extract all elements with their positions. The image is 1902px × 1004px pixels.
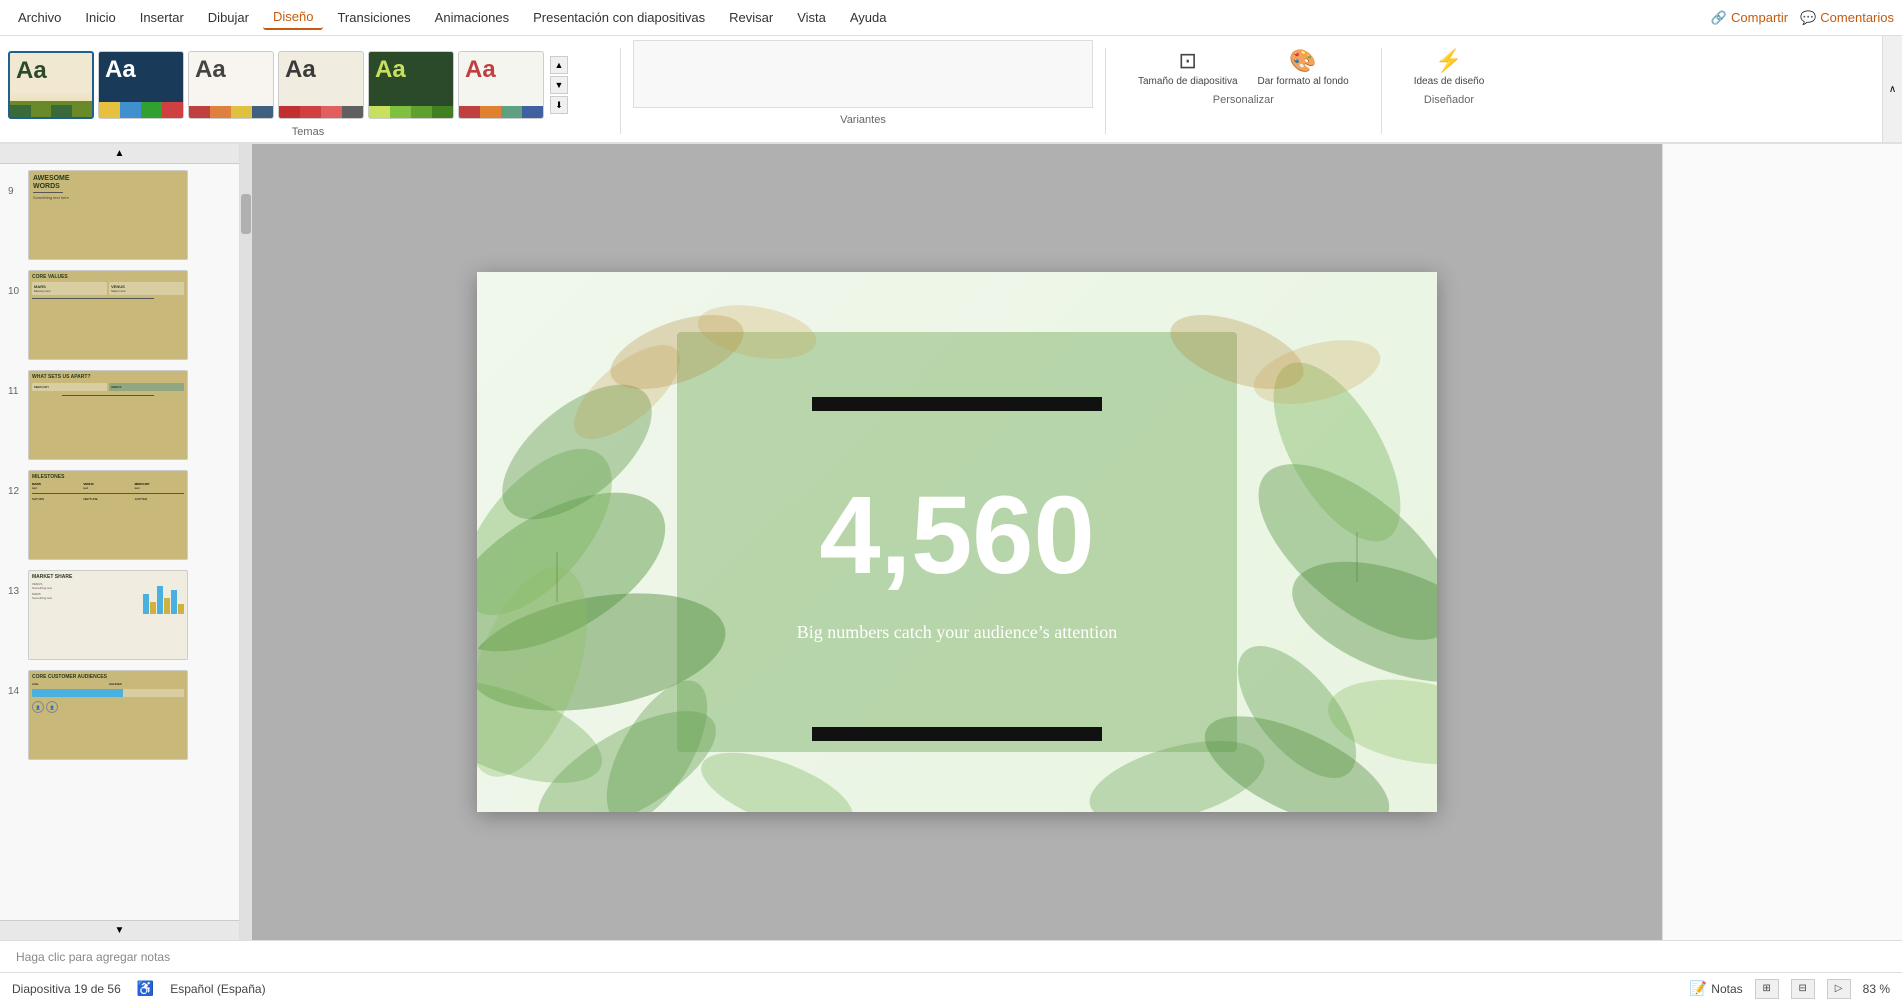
share-button[interactable]: 🔗 Compartir	[1711, 10, 1788, 26]
right-panel	[1662, 144, 1902, 940]
menu-transiciones[interactable]: Transiciones	[327, 6, 420, 29]
theme-2[interactable]: Aa	[188, 51, 274, 119]
menu-revisar[interactable]: Revisar	[719, 6, 783, 29]
scroll-thumb[interactable]	[241, 194, 251, 234]
theme-scroll-mid[interactable]: ▼	[550, 76, 568, 94]
slide-item-14[interactable]: 14 CORE CUSTOMER AUDIENCES AGE GENDER 👤	[4, 668, 235, 762]
slide-scroll-up[interactable]: ▲	[0, 144, 239, 164]
ribbon-divider-1	[620, 48, 621, 134]
variantes-label: Variantes	[633, 112, 1093, 126]
theme-scroll-up[interactable]: ▲	[550, 56, 568, 74]
comments-icon: 💬	[1800, 10, 1816, 26]
black-bar-bottom	[812, 727, 1102, 741]
slide-num-10: 10	[8, 286, 28, 297]
slide-num-13: 13	[8, 586, 28, 597]
ribbon-collapse[interactable]: ∧	[1882, 36, 1902, 142]
slide-item-12[interactable]: 12 MILESTONES MARStext VENUStext MERCURY…	[4, 468, 235, 562]
menu-archivo[interactable]: Archivo	[8, 6, 71, 29]
slide-panel: ▲ 9 AWESOME WORDS Something text here	[0, 144, 240, 940]
ideas-button[interactable]: ⚡ Ideas de diseño	[1406, 44, 1493, 92]
slide-list: 9 AWESOME WORDS Something text here 10	[0, 164, 239, 920]
temas-label: Temas	[8, 126, 608, 142]
personalizar-label: Personalizar	[1213, 94, 1274, 106]
slide-thumb-12: MILESTONES MARStext VENUStext MERCURYtex…	[28, 470, 188, 560]
slide-num-12: 12	[8, 486, 28, 497]
ribbon-divider-3	[1381, 48, 1382, 134]
theme-3[interactable]: Aa	[278, 51, 364, 119]
view-normal[interactable]: ⊞	[1755, 979, 1779, 999]
slide-info: Diapositiva 19 de 56	[12, 982, 121, 996]
share-icon: 🔗	[1711, 10, 1727, 26]
status-right: 📝 Notas ⊞ ⊟ ▷ 83 %	[1690, 979, 1890, 999]
comments-button[interactable]: 💬 Comentarios	[1800, 10, 1894, 26]
menu-animaciones[interactable]: Animaciones	[425, 6, 519, 29]
slide-item-13[interactable]: 13 MARKET SHARE VENUS Something text MAR…	[4, 568, 235, 662]
slide-num-14: 14	[8, 686, 28, 697]
slide-item-11[interactable]: 11 WHAT SETS US APART? MERCURY VENUS	[4, 368, 235, 462]
accessibility-icon: ♿	[137, 980, 154, 997]
theme-scroll-arrows: ▲ ▼ ⬇	[550, 56, 568, 114]
notes-bar[interactable]: Haga clic para agregar notas	[0, 940, 1902, 972]
notes-toggle[interactable]: 📝 Notas	[1690, 980, 1743, 997]
formato-button[interactable]: 🎨 Dar formato al fondo	[1250, 44, 1357, 92]
language-label: Español (España)	[170, 982, 265, 996]
slide-thumb-10: CORE VALUES MARS Mercury text VENUS Satu…	[28, 270, 188, 360]
slide-item-9[interactable]: 9 AWESOME WORDS Something text here	[4, 168, 235, 262]
notes-label: Notas	[1711, 982, 1742, 996]
big-subtitle: Big numbers catch your audience’s attent…	[797, 622, 1117, 643]
slide-thumb-11: WHAT SETS US APART? MERCURY VENUS	[28, 370, 188, 460]
ideas-label: Ideas de diseño	[1414, 76, 1485, 88]
theme-1[interactable]: Aa	[98, 51, 184, 119]
menu-presentacion[interactable]: Presentación con diapositivas	[523, 6, 715, 29]
black-bar-top	[812, 397, 1102, 411]
menu-inicio[interactable]: Inicio	[75, 6, 125, 29]
menu-right-actions: 🔗 Compartir 💬 Comentarios	[1711, 10, 1894, 26]
comments-label: Comentarios	[1820, 10, 1894, 25]
notes-icon: 📝	[1690, 980, 1707, 997]
formato-label: Dar formato al fondo	[1258, 76, 1349, 88]
theme-0[interactable]: Aa	[8, 51, 94, 119]
slide-num-9: 9	[8, 186, 28, 197]
theme-4[interactable]: Aa	[368, 51, 454, 119]
tamano-button[interactable]: ⊡ Tamaño de diapositiva	[1130, 44, 1246, 92]
main-area: ▲ 9 AWESOME WORDS Something text here	[0, 144, 1902, 940]
slide-thumb-9: AWESOME WORDS Something text here	[28, 170, 188, 260]
menu-insertar[interactable]: Insertar	[130, 6, 194, 29]
theme-scroll-down[interactable]: ⬇	[550, 96, 568, 114]
disenador-label: Diseñador	[1424, 94, 1474, 106]
status-bar: Diapositiva 19 de 56 ♿ Español (España) …	[0, 972, 1902, 1004]
formato-icon: 🎨	[1289, 48, 1316, 74]
menu-diseno[interactable]: Diseño	[263, 5, 323, 30]
menu-vista[interactable]: Vista	[787, 6, 836, 29]
share-label: Compartir	[1731, 10, 1788, 25]
big-number: 4,560	[819, 472, 1094, 599]
variants-box	[633, 40, 1093, 108]
menu-bar: Archivo Inicio Insertar Dibujar Diseño T…	[0, 0, 1902, 36]
ribbon: Aa Aa	[0, 36, 1902, 144]
ribbon-divider-2	[1105, 48, 1106, 134]
tamano-icon: ⊡	[1179, 48, 1197, 74]
slide-scroll-down[interactable]: ▼	[0, 920, 239, 940]
view-reading[interactable]: ▷	[1827, 979, 1851, 999]
view-slide-sorter[interactable]: ⊟	[1791, 979, 1815, 999]
theme-5[interactable]: Aa	[458, 51, 544, 119]
slide-scrollbar[interactable]	[240, 144, 252, 940]
slide-thumb-14: CORE CUSTOMER AUDIENCES AGE GENDER 👤 👤	[28, 670, 188, 760]
zoom-label: 83 %	[1863, 982, 1890, 996]
menu-ayuda[interactable]: Ayuda	[840, 6, 897, 29]
slide-thumb-13: MARKET SHARE VENUS Something text MARS S…	[28, 570, 188, 660]
ideas-icon: ⚡	[1435, 48, 1462, 74]
tamano-label: Tamaño de diapositiva	[1138, 76, 1238, 88]
slide-num-11: 11	[8, 386, 28, 397]
canvas-area[interactable]: 4,560 Big numbers catch your audience’s …	[252, 144, 1662, 940]
slide-item-10[interactable]: 10 CORE VALUES MARS Mercury text VENUS S…	[4, 268, 235, 362]
notes-placeholder: Haga clic para agregar notas	[16, 950, 170, 964]
menu-dibujar[interactable]: Dibujar	[198, 6, 259, 29]
personalizar-buttons: ⊡ Tamaño de diapositiva 🎨 Dar formato al…	[1130, 44, 1357, 92]
slide-canvas: 4,560 Big numbers catch your audience’s …	[477, 272, 1437, 812]
